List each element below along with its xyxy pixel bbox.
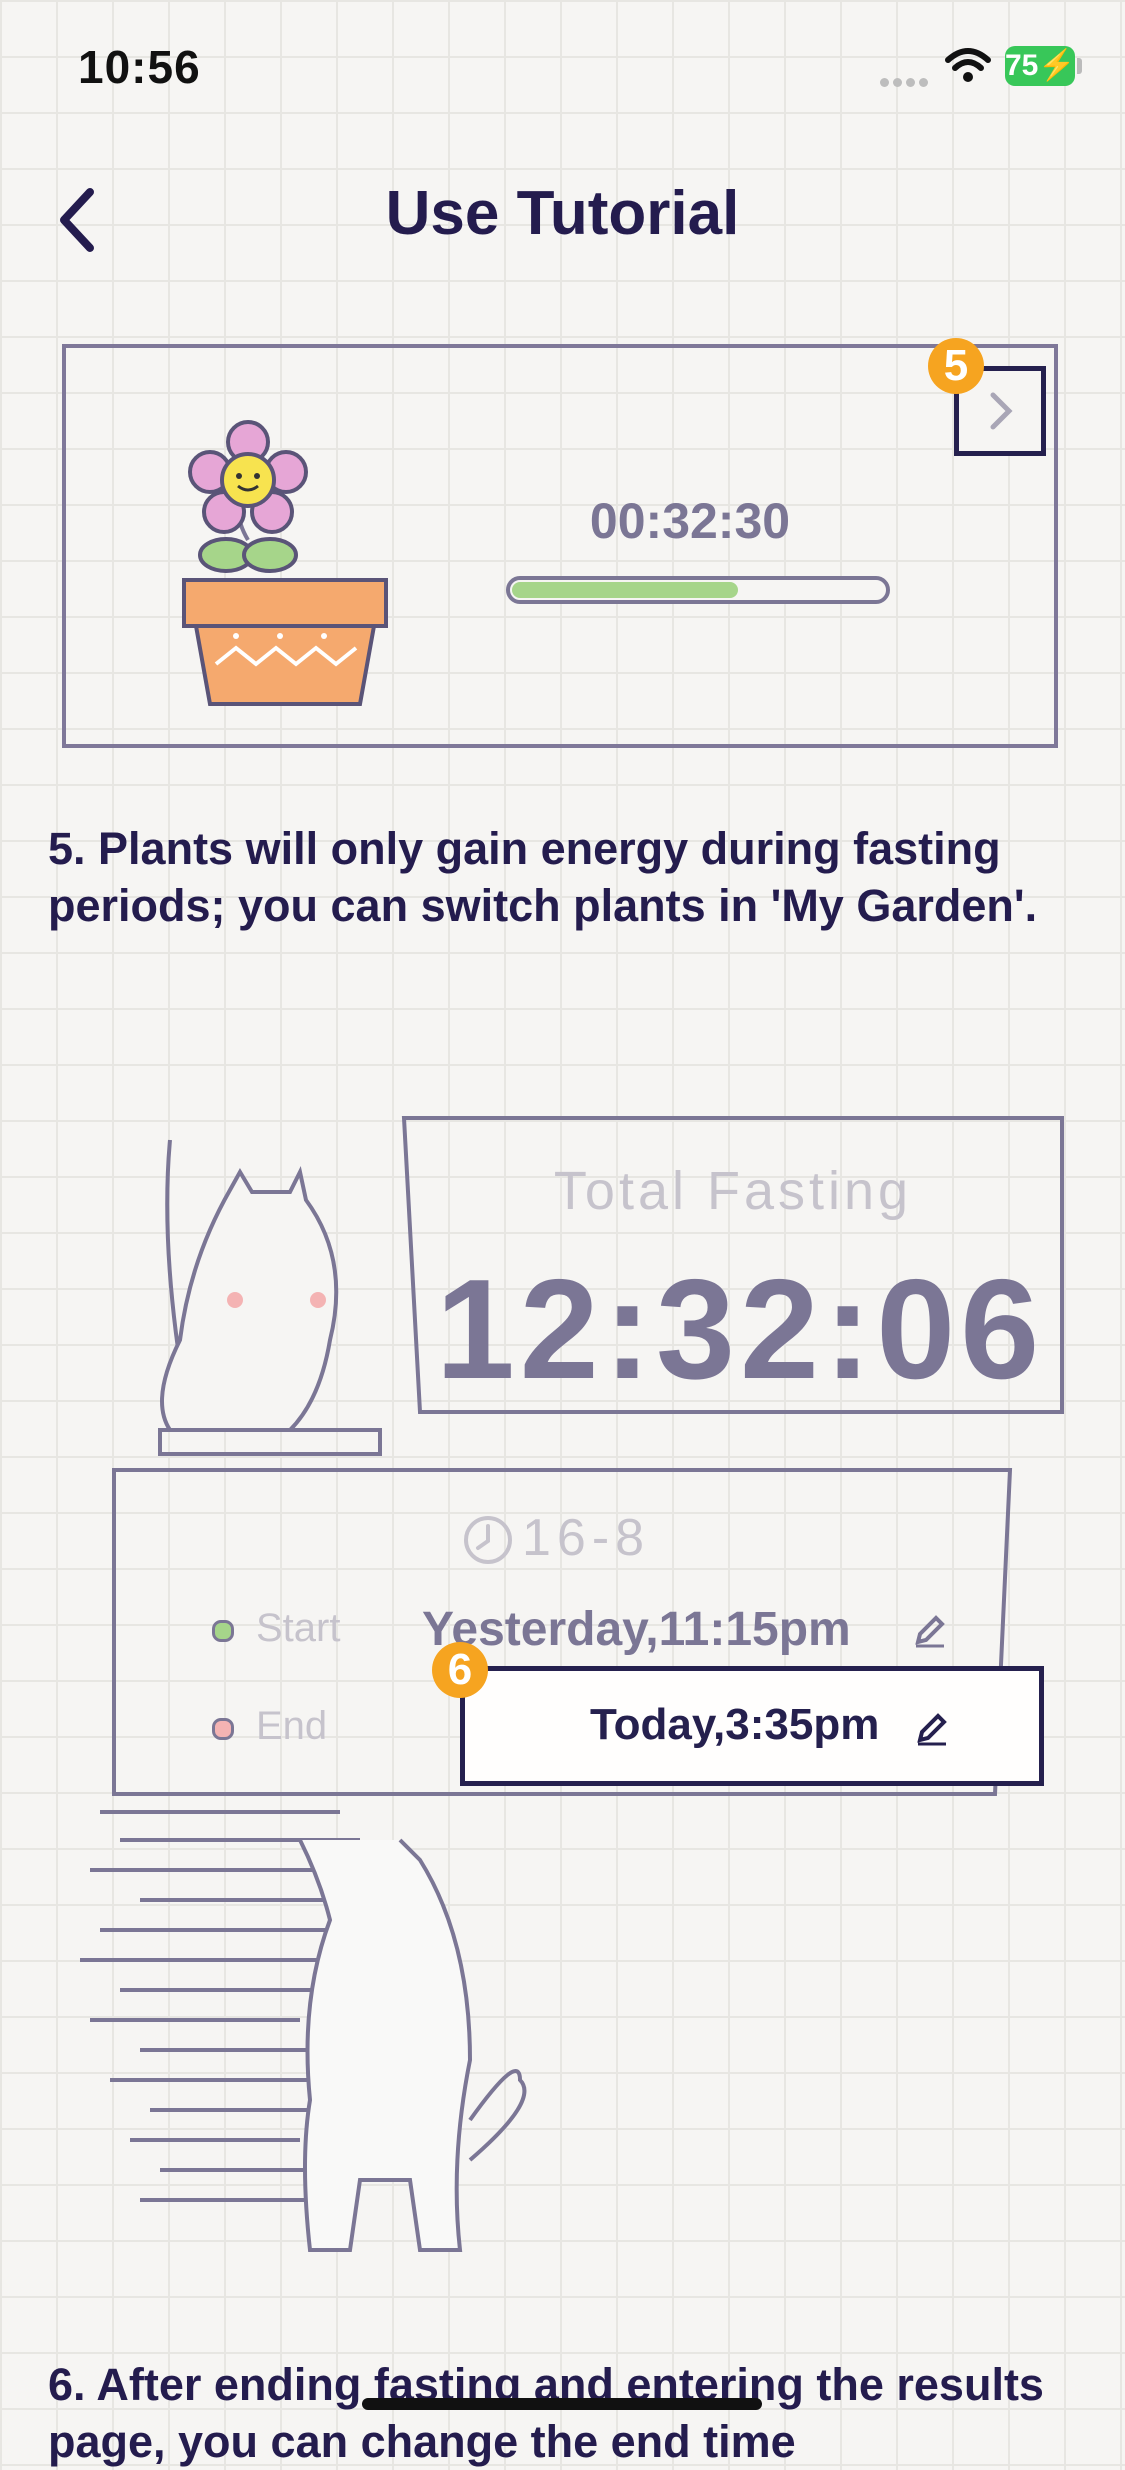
step-badge-6: 6 bbox=[432, 1642, 488, 1698]
flower-pot-illustration bbox=[182, 420, 388, 706]
end-dot bbox=[212, 1718, 234, 1740]
edit-pencil-icon[interactable] bbox=[910, 1610, 950, 1650]
edit-pencil-icon[interactable] bbox=[912, 1708, 952, 1748]
battery-tip bbox=[1077, 58, 1082, 74]
fasting-plan: 16-8 bbox=[522, 1509, 651, 1567]
start-label: Start bbox=[256, 1606, 341, 1650]
cellular-signal-icon bbox=[880, 74, 934, 87]
total-fasting-time: 12:32:06 bbox=[435, 1250, 1045, 1409]
clock-icon bbox=[464, 1516, 512, 1564]
step5-description: 5. Plants will only gain energy during f… bbox=[48, 823, 1038, 931]
battery-indicator: 75⚡ bbox=[1005, 46, 1076, 86]
total-fasting-label: Total Fasting bbox=[553, 1161, 913, 1221]
home-indicator[interactable] bbox=[362, 2398, 762, 2410]
battery-level: 75 bbox=[1005, 49, 1039, 82]
wifi-icon bbox=[945, 48, 991, 82]
energy-progress-bar bbox=[506, 576, 890, 604]
status-time: 10:56 bbox=[78, 41, 201, 93]
step6-description: 6. After ending fasting and entering the… bbox=[48, 2359, 1044, 2467]
energy-progress-fill bbox=[512, 582, 738, 598]
end-time-value[interactable]: Today,3:35pm bbox=[590, 1700, 879, 1750]
start-time-value[interactable]: Yesterday,11:15pm bbox=[422, 1602, 851, 1657]
fasting-timer: 00:32:30 bbox=[589, 493, 791, 549]
start-dot bbox=[212, 1620, 234, 1642]
step-badge-5: 5 bbox=[928, 338, 984, 394]
page-title: Use Tutorial bbox=[385, 179, 740, 248]
end-label: End bbox=[256, 1704, 328, 1748]
